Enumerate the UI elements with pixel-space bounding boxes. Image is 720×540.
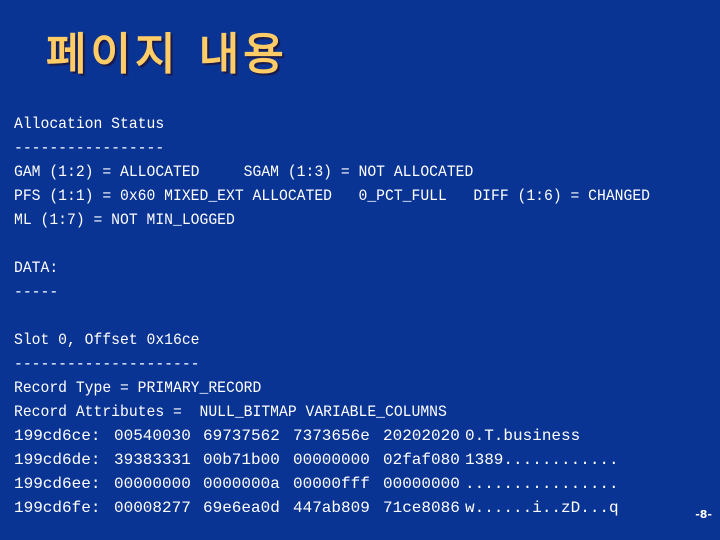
data-underline: ----- (14, 283, 59, 301)
hex-ascii: 1389............ (465, 451, 619, 469)
hex-word: 39383331 (114, 451, 191, 469)
hex-dump-row: 199cd6fe: 00008277 69e6ea0d 447ab809 71c… (14, 496, 705, 520)
hex-word: 7373656e (293, 427, 370, 445)
pfs-status: PFS (1:1) = 0x60 MIXED_EXT ALLOCATED 0_P… (14, 187, 651, 205)
hex-word: 20202020 (383, 427, 460, 445)
gam-sgam-status: GAM (1:2) = ALLOCATED SGAM (1:3) = NOT A… (14, 163, 474, 181)
hex-word: 00000000 (293, 451, 370, 469)
hex-address: 199cd6de: (14, 451, 101, 469)
ml-status: ML (1:7) = NOT MIN_LOGGED (14, 211, 235, 229)
hex-ascii: w......i..zD...q (465, 499, 619, 517)
hex-word: 00000000 (114, 475, 191, 493)
hex-ascii: ................ (465, 475, 619, 493)
allocation-status-heading: Allocation Status (14, 115, 165, 133)
slot-heading: Slot 0, Offset 0x16ce (14, 331, 200, 349)
hex-word: 69737562 (203, 427, 280, 445)
hex-word: 00000000 (383, 475, 460, 493)
data-heading: DATA: (14, 259, 59, 277)
hex-dump-row: 199cd6ee: 00000000 0000000a 00000fff 000… (14, 472, 705, 496)
hex-word: 00b71b00 (203, 451, 280, 469)
slot-underline: --------------------- (14, 355, 200, 373)
hex-word: 02faf080 (383, 451, 460, 469)
hex-address: 199cd6ee: (14, 475, 101, 493)
hex-word: 71ce8086 (383, 499, 460, 517)
hex-word: 447ab809 (293, 499, 370, 517)
allocation-status-underline: ----------------- (14, 139, 165, 157)
hex-dump-row: 199cd6ce: 00540030 69737562 7373656e 202… (14, 424, 705, 448)
hex-word: 00000fff (293, 475, 370, 493)
dbcc-page-output: Allocation Status ----------------- GAM … (14, 112, 705, 520)
hex-word: 00008277 (114, 499, 191, 517)
hex-word: 69e6ea0d (203, 499, 280, 517)
record-type: Record Type = PRIMARY_RECORD (14, 379, 262, 397)
hex-ascii: 0.T.business (465, 427, 581, 445)
hex-word: 0000000a (203, 475, 280, 493)
page-number: -8- (695, 508, 712, 521)
hex-dump-row: 199cd6de: 39383331 00b71b00 00000000 02f… (14, 448, 705, 472)
hex-address: 199cd6ce: (14, 427, 101, 445)
hex-address: 199cd6fe: (14, 499, 101, 517)
page-title: 페이지 내용 (46, 29, 288, 80)
record-attributes: Record Attributes = NULL_BITMAP VARIABLE… (14, 403, 447, 421)
hex-word: 00540030 (114, 427, 191, 445)
